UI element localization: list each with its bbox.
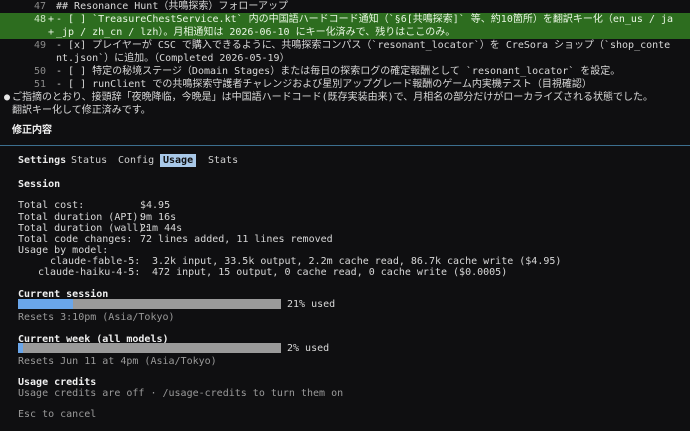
added-marker: + xyxy=(48,14,55,25)
diff-line: 50 - [ ] 特定の秘境ステージ（Domain Stages）または毎日の探… xyxy=(0,65,690,78)
diff-text: _jp / zh_cn / lzh）。月相通知は 2026-06-10 にキー化… xyxy=(56,27,456,38)
tab-usage[interactable]: Usage xyxy=(160,154,197,167)
diff-line: 47 ## Resonance Hunt（共鳴探索）フォローアップ xyxy=(0,0,690,13)
code-changes-value: 72 lines added, 11 lines removed xyxy=(140,234,333,245)
current-session-progress-bar xyxy=(18,299,281,309)
section-title: 修正内容 xyxy=(12,125,52,136)
current-session-percent: 21% used xyxy=(287,299,336,310)
diff-line: 49 - [x] プレイヤーが CSC で購入できるように、共鳴探索コンパス（`… xyxy=(0,39,690,65)
current-week-resets: Resets Jun 11 at 4pm (Asia/Tokyo) xyxy=(18,356,217,367)
diff-text: ## Resonance Hunt（共鳴探索）フォローアップ xyxy=(56,1,288,12)
current-session-resets: Resets 3:10pm (Asia/Tokyo) xyxy=(18,312,175,323)
added-marker: + xyxy=(48,27,55,38)
diff-text: - [ ] 特定の秘境ステージ（Domain Stages）または毎日の探索ログ… xyxy=(56,66,621,77)
tab-status[interactable]: Status xyxy=(71,154,107,167)
diff-text: - [x] プレイヤーが CSC で購入できるように、共鳴探索コンパス（`res… xyxy=(56,40,671,51)
current-week-progress-fill xyxy=(18,343,23,353)
diff-line: 51 - [ ] runClient での共鳴探索守護者チャレンジおよび星別アッ… xyxy=(0,78,690,91)
line-number: 51 xyxy=(33,79,46,90)
tab-settings[interactable]: Settings xyxy=(18,154,66,167)
model-usage: 472 input, 15 output, 0 cache read, 0 ca… xyxy=(152,267,508,278)
line-number: 48 xyxy=(33,14,46,25)
model-name: claude-haiku-4-5: xyxy=(38,267,141,278)
tab-config[interactable]: Config xyxy=(118,154,154,167)
current-session-progress-fill xyxy=(18,299,73,309)
esc-hint: Esc to cancel xyxy=(18,409,97,420)
panel-divider xyxy=(0,145,690,146)
session-heading: Session xyxy=(18,179,61,190)
usage-credits-text: Usage credits are off · /usage-credits t… xyxy=(18,388,344,399)
message-line: 翻訳キー化して修正済みです。 xyxy=(12,105,151,116)
current-week-percent: 2% used xyxy=(287,343,330,354)
message-line: ご指摘のとおり、接頭辞「夜晩降临，今晩是」は中国語ハードコード(既存実装由来)で… xyxy=(12,92,653,103)
diff-text: - [ ] runClient での共鳴探索守護者チャレンジおよび星別アップグレ… xyxy=(56,79,592,90)
diff-text: - [ ] `TreasureChestService.kt` 内の中国語ハード… xyxy=(56,14,674,25)
diff-text: nt.json`）に追加。（Completed 2026-05-19） xyxy=(56,53,290,64)
diff-added-block: 48 + - [ ] `TreasureChestService.kt` 内の中… xyxy=(0,13,690,39)
line-number: 47 xyxy=(33,1,46,12)
tab-stats[interactable]: Stats xyxy=(208,154,238,167)
line-number: 50 xyxy=(33,66,46,77)
line-number: 49 xyxy=(33,40,46,51)
message-bullet: ● xyxy=(4,92,11,103)
current-week-progress-bar xyxy=(18,343,281,353)
